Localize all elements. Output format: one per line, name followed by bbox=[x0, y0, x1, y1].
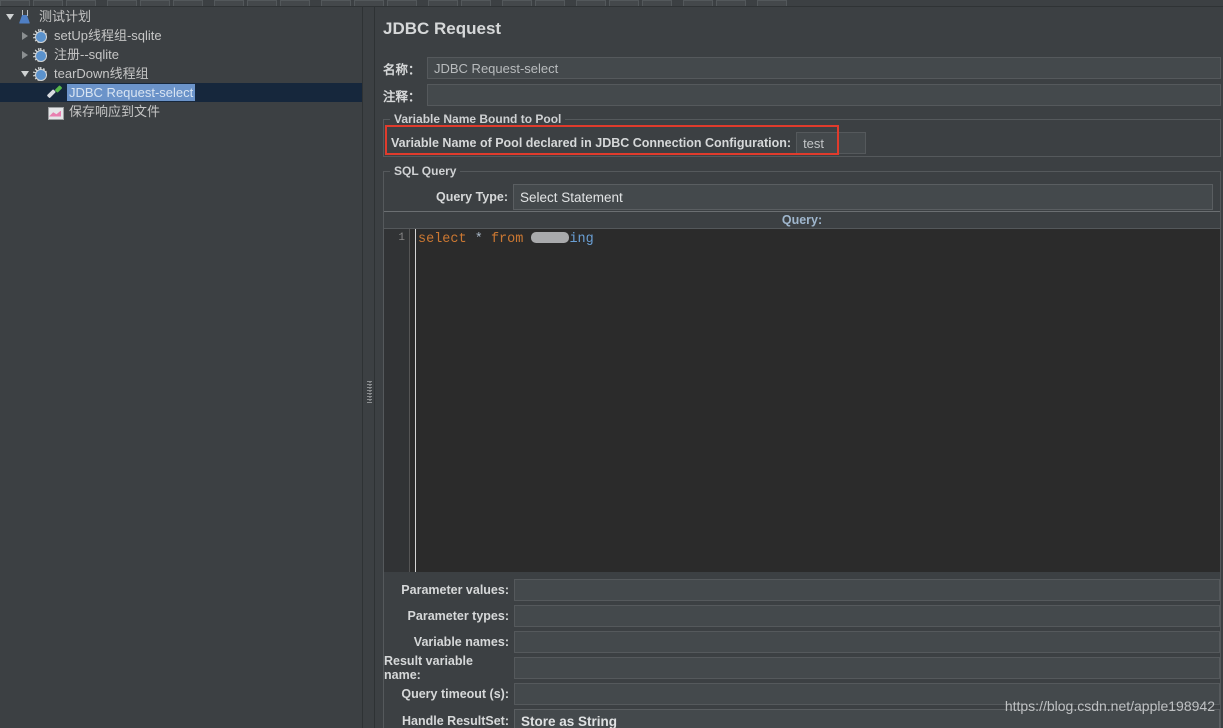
gear-icon bbox=[31, 65, 49, 83]
field-label: Parameter values: bbox=[401, 583, 509, 597]
field-input[interactable] bbox=[514, 631, 1220, 653]
toolbar-button-reset-search[interactable] bbox=[683, 0, 713, 6]
query-caption: Query: bbox=[781, 213, 823, 227]
query-caption-bar: Query: bbox=[384, 211, 1220, 228]
sql-token-identifier: ing bbox=[569, 232, 594, 247]
toolbar-button-save[interactable] bbox=[107, 0, 137, 6]
toolbar-button-clear-all[interactable] bbox=[609, 0, 639, 6]
toolbar-button-paste[interactable] bbox=[280, 0, 310, 6]
toolbar-button-open[interactable] bbox=[66, 0, 96, 6]
sql-token-keyword: select bbox=[418, 232, 467, 247]
pool-name-input[interactable]: test bbox=[796, 132, 867, 154]
field-label: Query timeout (s): bbox=[401, 687, 509, 701]
splitter-grip-icon[interactable] bbox=[367, 381, 372, 403]
field-row-3: Result variable name: bbox=[384, 654, 1220, 682]
toolbar-button-clear[interactable] bbox=[576, 0, 606, 6]
sql-query-title: SQL Query bbox=[390, 164, 461, 178]
name-input[interactable]: JDBC Request-select bbox=[427, 57, 1221, 79]
gear-icon bbox=[31, 27, 49, 45]
toolbar-button-start[interactable] bbox=[428, 0, 458, 6]
tree-toggle-open-icon[interactable] bbox=[18, 64, 31, 83]
toolbar-button-shutdown[interactable] bbox=[535, 0, 565, 6]
query-type-select[interactable]: Select Statement bbox=[513, 184, 1213, 210]
sql-query-editor[interactable]: 1 select * from ing bbox=[384, 228, 1220, 572]
field-label: Variable names: bbox=[413, 635, 509, 649]
tree-item-2[interactable]: 注册--sqlite bbox=[0, 45, 362, 64]
jdbc-request-panel: JDBC Request 名称： JDBC Request-select 注释：… bbox=[375, 7, 1223, 728]
flask-icon bbox=[16, 8, 34, 26]
field-input[interactable] bbox=[514, 579, 1220, 601]
field-label: Handle ResultSet: bbox=[402, 714, 509, 728]
toolbar-button-expand[interactable] bbox=[321, 0, 351, 6]
toolbar-button-stop[interactable] bbox=[502, 0, 532, 6]
toolbar-button-close[interactable] bbox=[173, 0, 203, 6]
tree-item-1[interactable]: setUp线程组-sqlite bbox=[0, 26, 362, 45]
sql-token-plain bbox=[467, 232, 475, 247]
comment-row: 注释： bbox=[383, 84, 1221, 106]
watermark: https://blog.csdn.net/apple198942 bbox=[1004, 698, 1215, 714]
tree-item-label: 测试计划 bbox=[39, 9, 92, 24]
pool-label: Variable Name of Pool declared in JDBC C… bbox=[391, 136, 792, 150]
sql-token-keyword: from bbox=[490, 232, 524, 247]
variable-name-bound-to-pool-title: Variable Name Bound to Pool bbox=[390, 112, 566, 126]
sql-code-line[interactable]: select * from ing bbox=[418, 231, 594, 248]
tree-toggle-closed-icon[interactable] bbox=[18, 26, 31, 45]
name-label: 名称： bbox=[383, 62, 421, 77]
field-row-0: Parameter values: bbox=[384, 579, 1220, 601]
query-type-row: Query Type: Select Statement bbox=[391, 184, 1213, 210]
field-input[interactable] bbox=[514, 605, 1220, 627]
editor-gutter: 1 bbox=[384, 229, 410, 572]
comment-input[interactable] bbox=[427, 84, 1221, 106]
redacted-table-name bbox=[531, 232, 570, 243]
toolbar-button-start-no-pause[interactable] bbox=[461, 0, 491, 6]
toolbar-button-save-as[interactable] bbox=[140, 0, 170, 6]
toolbar-button-collapse[interactable] bbox=[354, 0, 384, 6]
toolbar-button-toggle[interactable] bbox=[387, 0, 417, 6]
query-type-label: Query Type: bbox=[435, 190, 508, 204]
toolbar-button-copy[interactable] bbox=[247, 0, 277, 6]
tree-item-5[interactable]: 保存响应到文件 bbox=[0, 102, 362, 121]
field-row-1: Parameter types: bbox=[384, 605, 1220, 627]
tree-item-0[interactable]: 测试计划 bbox=[0, 7, 362, 26]
listener-icon bbox=[46, 103, 64, 121]
tree-toggle-open-icon[interactable] bbox=[3, 7, 16, 26]
toolbar[interactable] bbox=[0, 0, 1223, 7]
field-input[interactable] bbox=[514, 657, 1220, 679]
tree-item-label: tearDown线程组 bbox=[54, 66, 149, 81]
tree-item-label: setUp线程组-sqlite bbox=[54, 28, 162, 43]
toolbar-button-function-helper[interactable] bbox=[716, 0, 746, 6]
sql-token-plain bbox=[483, 232, 491, 247]
sql-token-plain: * bbox=[474, 232, 483, 247]
pool-row: Variable Name of Pool declared in JDBC C… bbox=[391, 131, 867, 155]
toolbar-button-help[interactable] bbox=[757, 0, 787, 6]
gear-icon bbox=[31, 46, 49, 64]
editor-line-number: 1 bbox=[398, 232, 405, 244]
name-row: 名称： JDBC Request-select bbox=[383, 57, 1221, 79]
toolbar-button-search[interactable] bbox=[642, 0, 672, 6]
tree-item-4[interactable]: JDBC Request-select bbox=[0, 83, 362, 102]
toolbar-button-cut[interactable] bbox=[214, 0, 244, 6]
editor-caret bbox=[415, 229, 416, 572]
comment-label: 注释： bbox=[383, 89, 421, 104]
field-label: Parameter types: bbox=[407, 609, 509, 623]
sql-token-plain bbox=[523, 232, 531, 247]
tree-item-label: 注册--sqlite bbox=[54, 47, 120, 62]
pipette-icon bbox=[46, 84, 64, 102]
toolbar-button-templates[interactable] bbox=[33, 0, 63, 6]
field-row-2: Variable names: bbox=[384, 631, 1220, 653]
tree-item-label: 保存响应到文件 bbox=[69, 104, 161, 119]
tree-toggle-closed-icon[interactable] bbox=[18, 45, 31, 64]
page-title: JDBC Request bbox=[383, 19, 502, 38]
test-plan-tree[interactable]: 测试计划 setUp线程组-sqlite 注册--sqlite tearDown线程组… bbox=[0, 7, 362, 728]
tree-item-label: JDBC Request-select bbox=[67, 84, 196, 101]
toolbar-button-new[interactable] bbox=[0, 0, 30, 6]
field-label: Result variable name: bbox=[384, 654, 473, 682]
panel-splitter[interactable] bbox=[362, 7, 375, 728]
tree-item-3[interactable]: tearDown线程组 bbox=[0, 64, 362, 83]
